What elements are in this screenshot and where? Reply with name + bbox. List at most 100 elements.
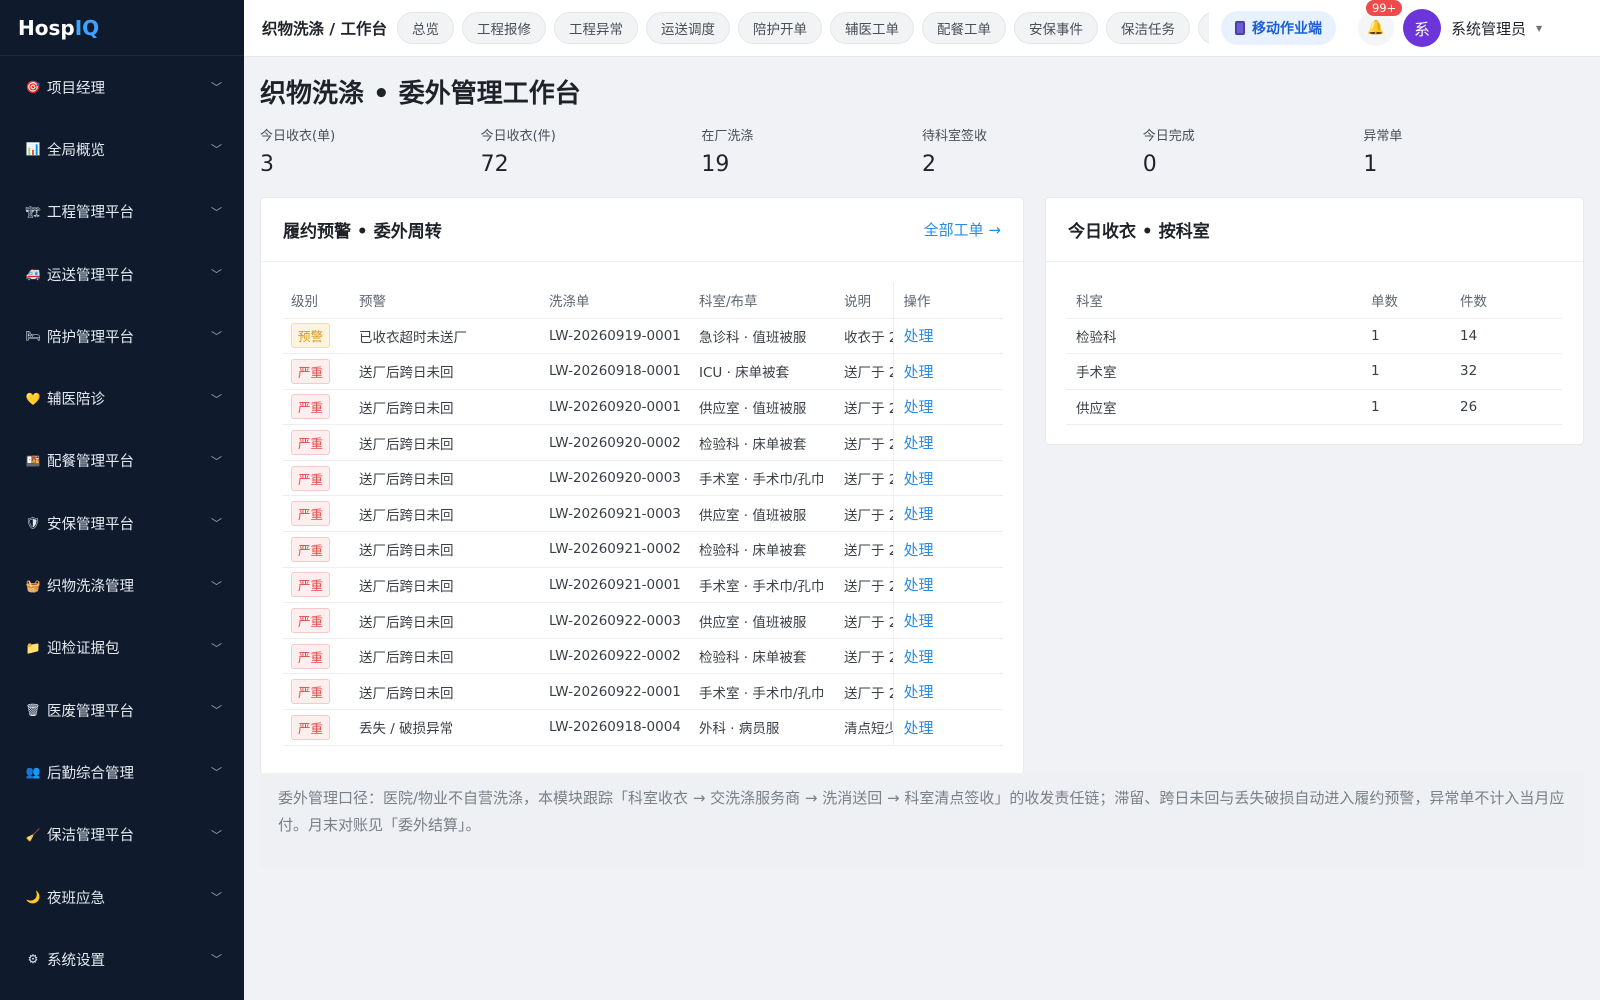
today-card-title: 今日收衣 • 按科室	[1068, 222, 1210, 242]
quick-tab[interactable]: 陪护开单	[737, 12, 822, 44]
chevron-down-icon: ﹀	[211, 392, 222, 406]
table-row: 手术室 1 32	[1066, 353, 1562, 390]
sidebar-item[interactable]: 💛 辅医陪诊 ﹀	[0, 367, 244, 429]
stat-item: 今日收衣(单) 3	[260, 125, 481, 177]
main-content: 织物洗涤 • 委外管理工作台 今日收衣(单) 3 今日收衣(件) 72 在厂洗涤 19 待科…	[244, 57, 1600, 1000]
quick-tab[interactable]: 工程报修	[461, 12, 546, 44]
dept-linen: 手术室 · 手术巾/孔巾	[699, 460, 844, 497]
handle-link[interactable]: 处理	[904, 576, 934, 594]
table-row: 严重 送厂后跨日未回 LW-20260922-0003 供应室 · 值班被服 送厂于 2…	[283, 602, 1003, 639]
stat-label: 在厂洗涤	[701, 129, 754, 144]
level-badge: 严重	[291, 536, 331, 562]
mobile-workspace-button[interactable]: 移动作业端	[1220, 11, 1336, 45]
stat-item: 异常单 1	[1363, 125, 1584, 177]
handle-link[interactable]: 处理	[904, 612, 934, 630]
handle-link[interactable]: 处理	[904, 541, 934, 559]
handle-link[interactable]: 处理	[904, 327, 934, 345]
table-row: 严重 送厂后跨日未回 LW-20260921-0001 手术室 · 手术巾/孔巾 送厂于…	[283, 567, 1003, 604]
building-icon: 🏗	[25, 204, 41, 219]
page-title: 织物洗涤 • 委外管理工作台	[260, 79, 581, 109]
level-badge: 严重	[291, 394, 331, 420]
quick-tab[interactable]: 配餐工单	[921, 12, 1006, 44]
col-dept: 科室	[1066, 282, 1371, 319]
quick-tab[interactable]: 保洁任务	[1105, 12, 1190, 44]
quick-tab[interactable]: 总览	[396, 12, 454, 44]
alert-text: 送厂后跨日未回	[359, 424, 549, 461]
dept-name: 供应室	[1066, 389, 1371, 426]
level-badge: 严重	[291, 430, 331, 456]
chevron-down-icon: ﹀	[211, 330, 222, 344]
sidebar-item-label: 后勤综合管理	[47, 765, 134, 782]
col-level: 级别	[283, 282, 359, 319]
sidebar-item-label: 工程管理平台	[47, 205, 134, 222]
table-row: 严重 送厂后跨日未回 LW-20260921-0003 供应室 · 值班被服 送厂于 2…	[283, 495, 1003, 533]
handle-link[interactable]: 处理	[904, 683, 934, 701]
dept-linen: 供应室 · 值班被服	[699, 389, 844, 426]
sidebar-item[interactable]: ⚙ 系统设置 ﹀	[0, 928, 244, 990]
stat-value: 0	[1142, 152, 1157, 177]
sidebar-item[interactable]: 🎯 项目经理 ﹀	[0, 56, 244, 118]
chevron-down-icon: ﹀	[211, 641, 222, 655]
bed-icon: 🛏	[25, 329, 41, 344]
sidebar-item[interactable]: 🧺 织物洗涤管理 ﹀	[0, 554, 244, 616]
handle-link[interactable]: 处理	[904, 505, 934, 523]
order-id: LW-20260920-0002	[549, 424, 699, 461]
note-text: 清点短少	[844, 709, 893, 746]
stat-value: 19	[701, 152, 730, 177]
sidebar-item[interactable]: 🛡 安保管理平台 ﹀	[0, 492, 244, 554]
alert-text: 送厂后跨日未回	[359, 353, 549, 390]
dept-linen: 检验科 · 床单被套	[699, 638, 844, 675]
handle-link[interactable]: 处理	[904, 719, 934, 737]
alert-text: 送厂后跨日未回	[359, 638, 549, 675]
col-order: 洗涤单	[549, 282, 699, 319]
level-badge: 严重	[291, 679, 331, 705]
sidebar-item[interactable]: 🗑 医废管理平台 ﹀	[0, 679, 244, 741]
order-id: LW-20260922-0002	[549, 638, 699, 675]
sidebar-item[interactable]: 📊 全局概览 ﹀	[0, 118, 244, 180]
alert-text: 丢失 / 破损异常	[359, 709, 549, 746]
quick-tab[interactable]: 工程异常	[553, 12, 638, 44]
sidebar-item[interactable]: 🧹 保洁管理平台 ﹀	[0, 804, 244, 866]
caret-down-icon[interactable]: ▼	[1536, 24, 1542, 33]
handle-link[interactable]: 处理	[904, 434, 934, 452]
chevron-down-icon: ﹀	[211, 891, 222, 904]
table-row: 严重 送厂后跨日未回 LW-20260921-0002 检验科 · 床单被套 送厂于 2…	[283, 531, 1003, 568]
note-text: 送厂于 2	[844, 673, 893, 711]
dept-linen: 手术室 · 手术巾/孔巾	[699, 567, 844, 604]
table-row: 供应室 1 26	[1066, 389, 1562, 426]
handle-link[interactable]: 处理	[904, 363, 934, 381]
level-badge: 严重	[291, 465, 331, 491]
level-badge: 预警	[291, 323, 331, 349]
sidebar-item[interactable]: 🏗 工程管理平台 ﹀	[0, 181, 244, 243]
heart-icon: 💛	[25, 391, 41, 406]
level-badge: 严重	[291, 572, 331, 598]
user-name[interactable]: 系统管理员	[1451, 18, 1526, 39]
sidebar-item[interactable]: 🍱 配餐管理平台 ﹀	[0, 430, 244, 492]
app-logo[interactable]: Hosp IQ	[0, 0, 244, 56]
notification-button[interactable]: 🔔 99+	[1357, 0, 1403, 46]
sidebar-item[interactable]: 👥 后勤综合管理 ﹀	[0, 741, 244, 803]
col-orders: 单数	[1371, 282, 1460, 319]
table-row: 检验科 1 14	[1066, 318, 1562, 355]
alert-text: 送厂后跨日未回	[359, 673, 549, 711]
quick-tab[interactable]: 辅医工单	[829, 12, 914, 44]
dept-linen: ICU · 床单被套	[699, 353, 844, 390]
handle-link[interactable]: 处理	[904, 648, 934, 666]
sidebar-item[interactable]: 📁 迎检证据包 ﹀	[0, 617, 244, 679]
stats-row: 今日收衣(单) 3 今日收衣(件) 72 在厂洗涤 19 待科室签收 2 今日完成 0 异常单 1	[260, 125, 1584, 177]
handle-link[interactable]: 处理	[904, 470, 934, 488]
stat-label: 今日完成	[1142, 129, 1195, 144]
sidebar-item[interactable]: 🌙 夜班应急 ﹀	[0, 866, 244, 928]
avatar[interactable]: 系	[1402, 9, 1441, 47]
handle-link[interactable]: 处理	[904, 398, 934, 416]
quick-tab[interactable]: 安保事件	[1013, 12, 1098, 44]
quick-tab[interactable]: 医废	[1197, 12, 1209, 44]
table-row: 严重 送厂后跨日未回 LW-20260920-0002 检验科 · 床单被套 送厂于 2…	[283, 424, 1003, 461]
quick-tab[interactable]: 运送调度	[645, 12, 730, 44]
sidebar-item[interactable]: 🚑 运送管理平台 ﹀	[0, 243, 244, 305]
all-orders-link[interactable]: 全部工单 →	[924, 219, 1001, 240]
alerts-card-title: 履约预警 • 委外周转	[283, 222, 442, 242]
quick-tabs: 总览工程报修工程异常运送调度陪护开单辅医工单配餐工单安保事件保洁任务医废	[396, 12, 1209, 44]
alert-text: 送厂后跨日未回	[359, 602, 549, 639]
sidebar-item[interactable]: 🛏 陪护管理平台 ﹀	[0, 305, 244, 367]
